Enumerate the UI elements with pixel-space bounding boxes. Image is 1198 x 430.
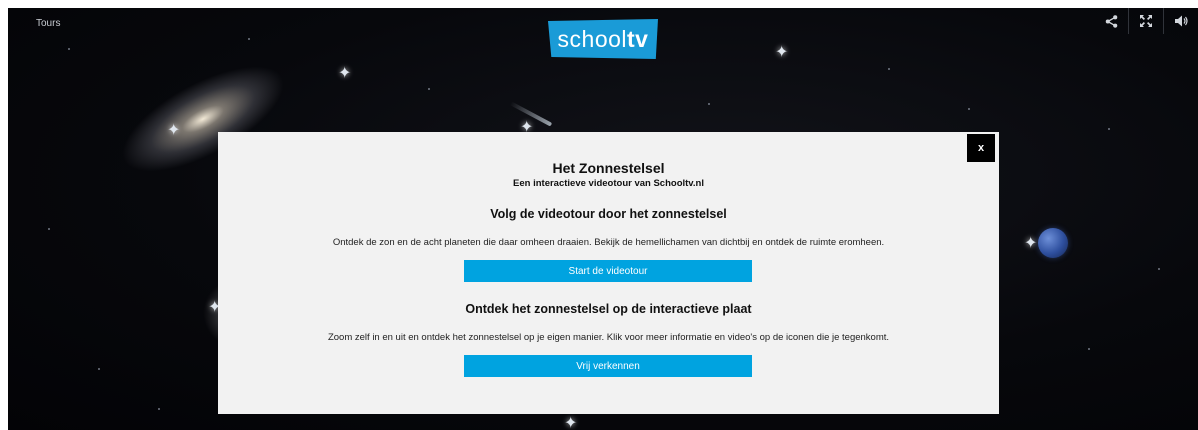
share-button[interactable] [1094, 8, 1128, 34]
fullscreen-icon [1140, 15, 1152, 27]
star-dot [98, 368, 100, 370]
explore-freely-button[interactable]: Vrij verkennen [464, 355, 752, 377]
neptune-planet[interactable] [1038, 228, 1068, 258]
tours-link[interactable]: Tours [36, 18, 60, 29]
star-dot [1108, 128, 1110, 130]
star-icon: ✦ [1024, 235, 1038, 252]
star-icon: ✦ [564, 415, 578, 430]
star-icon: ✦ [775, 44, 789, 61]
star-dot [1158, 268, 1160, 270]
star-dot [1088, 348, 1090, 350]
star-dot [248, 38, 250, 40]
star-dot [888, 68, 890, 70]
star-icon: ✦ [338, 65, 352, 82]
share-icon [1105, 14, 1117, 28]
star-dot [68, 48, 70, 50]
videotour-description: Ontdek de zon en de acht planeten die da… [332, 237, 885, 248]
volume-icon [1174, 15, 1188, 27]
intro-modal: x Het Zonnestelsel Een interactieve vide… [218, 132, 999, 414]
star-dot [708, 103, 710, 105]
star-dot [968, 108, 970, 110]
star-dot [428, 88, 430, 90]
modal-subtitle: Een interactieve videotour van Schooltv.… [513, 178, 704, 189]
close-button[interactable]: x [967, 134, 995, 162]
videotour-heading: Volg de videotour door het zonnestelsel [490, 207, 727, 221]
schooltv-logo[interactable]: school tv [548, 19, 658, 59]
star-dot [158, 408, 160, 410]
space-background[interactable]: ✦ ✦ ✦ ✦ ✦ ✦ ✦ Tours school tv x Het Zonn… [8, 8, 1198, 430]
logo-text-bold: tv [627, 25, 649, 52]
interactive-plate-heading: Ontdek het zonnestelsel op de interactie… [465, 302, 752, 316]
logo-text-light: school [557, 25, 628, 52]
top-controls [1094, 8, 1198, 34]
star-icon: ✦ [167, 122, 181, 139]
interactive-plate-description: Zoom zelf in en uit en ontdek het zonnes… [327, 332, 890, 343]
star-dot [48, 228, 50, 230]
fullscreen-button[interactable] [1128, 8, 1163, 34]
modal-title: Het Zonnestelsel [552, 160, 665, 176]
volume-button[interactable] [1163, 8, 1198, 34]
start-videotour-button[interactable]: Start de videotour [464, 260, 752, 282]
